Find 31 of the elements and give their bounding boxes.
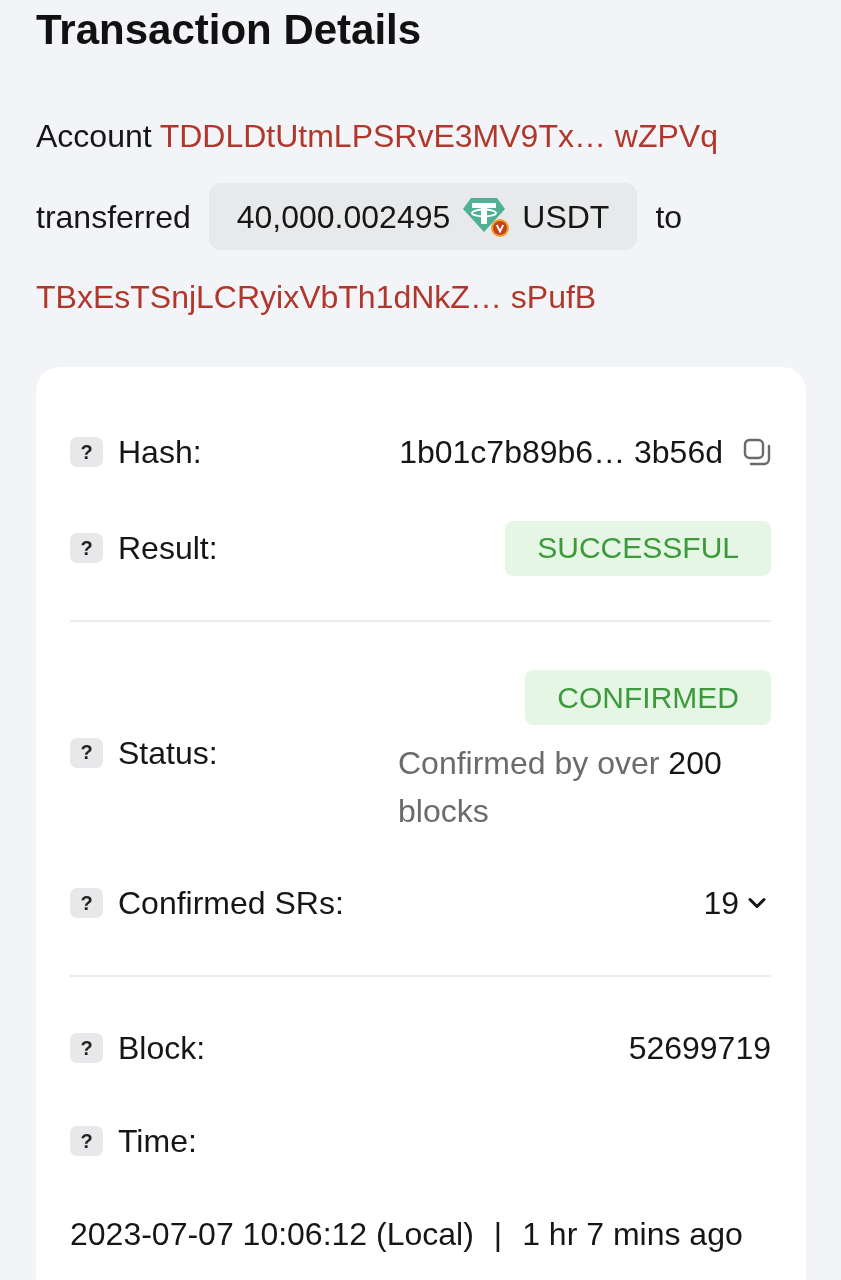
help-icon[interactable]: ?	[70, 888, 103, 918]
address-link[interactable]: TDDLDtUtmLPSRvE3MV9Tx… wZPVq	[159, 112, 718, 160]
copy-icon[interactable]	[743, 438, 771, 466]
field-label: Time:	[118, 1122, 197, 1161]
block-number: 52699719	[628, 1029, 771, 1068]
relative-time: 1 hr 7 mins ago	[522, 1215, 743, 1254]
help-icon[interactable]: ?	[70, 1126, 103, 1156]
help-icon[interactable]: ?	[70, 737, 103, 768]
help-icon[interactable]: ?	[70, 1033, 103, 1063]
help-icon[interactable]: ?	[70, 533, 103, 563]
field-label: Result:	[118, 529, 218, 568]
hash-value: 1b01c7b89b6… 3b56d	[399, 433, 723, 472]
status-badge: SUCCESSFUL	[505, 520, 771, 576]
account-label: Account	[36, 117, 152, 156]
field-label: Status:	[118, 733, 218, 773]
transfer-label: transferred	[36, 197, 191, 237]
status-badge: CONFIRMED	[525, 670, 771, 725]
confirmation-note: Confirmed by over 200 blocks	[398, 744, 723, 831]
to-label: to	[655, 197, 683, 237]
help-icon[interactable]: ?	[70, 437, 103, 467]
field-label: Confirmed SRs:	[118, 884, 344, 923]
page-title: Transaction Details	[36, 5, 422, 55]
token-symbol: USDT	[522, 197, 610, 237]
field-label: Hash:	[118, 433, 202, 472]
token-icon	[462, 195, 511, 238]
count-dropdown[interactable]: 19	[703, 879, 771, 927]
timestamp: 2023-07-07 10:06:12 (Local)	[70, 1215, 474, 1254]
separator: |	[493, 1215, 503, 1254]
amount-value: 40,000.002495	[236, 197, 451, 237]
address-link[interactable]: TBxEsTSnjLCRyixVbTh1dNkZ… sPufB	[36, 273, 597, 321]
field-label: Block:	[118, 1029, 206, 1068]
